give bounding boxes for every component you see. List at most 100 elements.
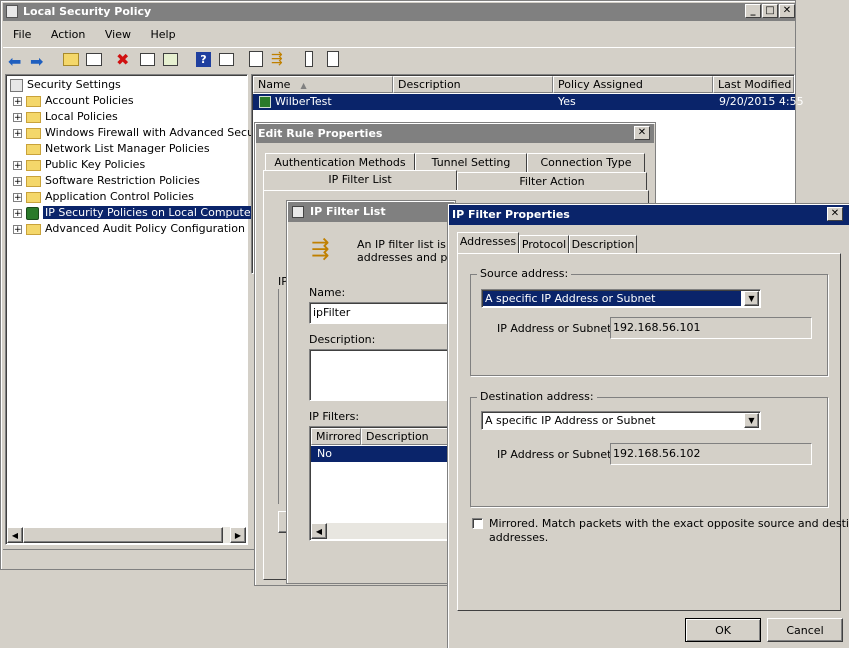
name-label: Name: [309,286,346,299]
folder-icon [26,175,41,187]
policy-shield-icon [259,96,271,108]
tree-item-application-control[interactable]: + Application Control Policies [13,189,194,205]
forward-arrow-icon[interactable]: ➡ [30,52,43,71]
main-title-bar[interactable]: Local Security Policy _ □ ✕ [3,3,795,21]
column-header-last-modified[interactable]: Last Modified Ti [713,76,794,93]
ip-security-shield-icon [26,206,39,220]
destination-address-select[interactable]: A specific IP Address or Subnet ▼ [481,411,761,430]
expand-icon[interactable]: + [13,176,22,186]
help-icon[interactable]: ? [196,52,211,67]
delete-icon[interactable]: ✖ [116,50,129,69]
destination-ip-field[interactable]: 192.168.56.102 [610,443,812,465]
column-header-name[interactable]: Name ▲ [253,76,393,93]
security-settings-icon [10,78,23,92]
ip-filter-properties-title: IP Filter Properties [452,208,570,221]
destination-address-group: Destination address: A specific IP Addre… [470,390,828,507]
scroll-left-button[interactable]: ◀ [7,527,23,543]
tree-item-advanced-audit[interactable]: + Advanced Audit Policy Configuration [13,221,245,237]
column-header-description[interactable]: Description [393,76,553,93]
tab-filter-action[interactable]: Filter Action [457,172,647,191]
folder-icon [26,159,41,171]
edit-rule-close-button[interactable]: ✕ [634,126,650,140]
tool-icon-2[interactable] [327,51,339,67]
back-arrow-icon[interactable]: ⬅ [8,52,21,71]
tool-icon-1[interactable] [305,51,313,67]
tab-connection-type[interactable]: Connection Type [527,153,645,172]
mirrored-checkbox[interactable] [472,518,483,529]
tree-item-local-policies[interactable]: + Local Policies [13,109,118,125]
mirrored-label-line1[interactable]: Mirrored. Match packets with the exact o… [489,517,849,530]
column-header-filter-description[interactable]: Description [361,428,459,445]
column-header-mirrored[interactable]: Mirrored [311,428,361,445]
edit-rule-title-bar[interactable]: Edit Rule Properties ✕ [256,124,654,143]
ip-filter-properties-dialog: IP Filter Properties ✕ Addresses Protoco… [447,203,849,648]
ip-filter-properties-title-bar[interactable]: IP Filter Properties ✕ [449,205,849,225]
ok-button[interactable]: OK [685,618,761,642]
filters-scroll-left-button[interactable]: ◀ [311,523,327,539]
filter-row[interactable]: No [311,446,459,462]
scroll-right-button[interactable]: ▶ [230,527,246,543]
edit-rule-title: Edit Rule Properties [258,127,383,140]
maximize-button[interactable]: □ [762,4,778,18]
mirrored-label-line2[interactable]: addresses. [489,531,548,544]
tree-pane: Security Settings + Account Policies + Loc… [5,74,272,545]
tree-item-network-list[interactable]: Network List Manager Policies [13,141,210,157]
tree-item-account-policies[interactable]: + Account Policies [13,93,134,109]
description-textarea[interactable] [309,349,459,401]
cancel-button[interactable]: Cancel [767,618,843,642]
menu-view[interactable]: View [105,28,131,41]
ip-filter-list-title-bar[interactable]: IP Filter List [288,202,454,222]
up-folder-icon[interactable] [63,53,79,66]
tree-horizontal-scrollbar[interactable]: ◀ ▶ [7,527,246,543]
tree-item-ip-security[interactable]: + IP Security Policies on Local Computer [13,205,258,221]
tab-ip-filter-list[interactable]: IP Filter List [263,170,457,191]
tab-protocol[interactable]: Protocol [519,235,569,254]
expand-icon[interactable]: + [13,208,22,218]
expand-icon[interactable]: + [13,112,22,122]
description-label: Description: [309,333,376,346]
tab-addresses[interactable]: Addresses [457,232,519,254]
minimize-button[interactable]: _ [745,4,761,18]
folder-lock-icon [26,95,41,107]
tree-item-windows-firewall[interactable]: + Windows Firewall with Advanced Security [13,125,272,141]
properties-icon[interactable] [140,53,155,66]
expand-icon[interactable]: + [13,224,22,234]
filters-horizontal-scrollbar[interactable]: ◀ [311,523,459,539]
export-list-icon[interactable] [163,53,178,66]
source-address-select[interactable]: A specific IP Address or Subnet ▼ [481,289,761,308]
expand-icon[interactable]: + [13,160,22,170]
filter-props-close-button[interactable]: ✕ [827,207,843,221]
scroll-thumb[interactable] [23,527,223,543]
expand-icon[interactable]: + [13,128,22,138]
source-dropdown-chevron-icon[interactable]: ▼ [744,291,759,306]
name-input[interactable]: ipFilter [309,302,459,324]
folder-icon [26,223,41,235]
source-ip-label: IP Address or Subnet: [497,322,616,335]
policy-row-wilbertest[interactable]: WilberTest Yes 9/20/2015 4:55 [253,94,804,110]
column-header-policy-assigned[interactable]: Policy Assigned [553,76,713,93]
expand-icon[interactable]: + [13,96,22,106]
close-button[interactable]: ✕ [779,4,795,18]
source-address-legend: Source address: [477,267,572,280]
tree-item-software-restriction[interactable]: + Software Restriction Policies [13,173,200,189]
menu-action[interactable]: Action [51,28,85,41]
menu-file[interactable]: File [13,28,31,41]
filter-arrows-icon[interactable]: ⇶ [271,51,283,67]
ip-filters-list[interactable]: Mirrored Description No ◀ [309,426,459,541]
menu-bar: File Action View Help [13,28,192,44]
manage-filter-lists-icon[interactable] [249,51,263,67]
source-address-group: Source address: A specific IP Address or… [470,267,828,376]
ip-filter-list-title: IP Filter List [310,205,386,218]
tree-root[interactable]: Security Settings [10,77,121,93]
tree-item-public-key[interactable]: + Public Key Policies [13,157,145,173]
show-hide-tree-icon[interactable] [86,53,102,66]
destination-dropdown-chevron-icon[interactable]: ▼ [744,413,759,428]
source-ip-field[interactable]: 192.168.56.101 [610,317,812,339]
tab-description[interactable]: Description [569,235,637,254]
destination-ip-label: IP Address or Subnet: [497,448,616,461]
expand-icon[interactable]: + [13,192,22,202]
folder-icon [26,191,41,203]
menu-help[interactable]: Help [150,28,175,41]
main-title: Local Security Policy [23,5,152,18]
console-icon[interactable] [219,53,234,66]
